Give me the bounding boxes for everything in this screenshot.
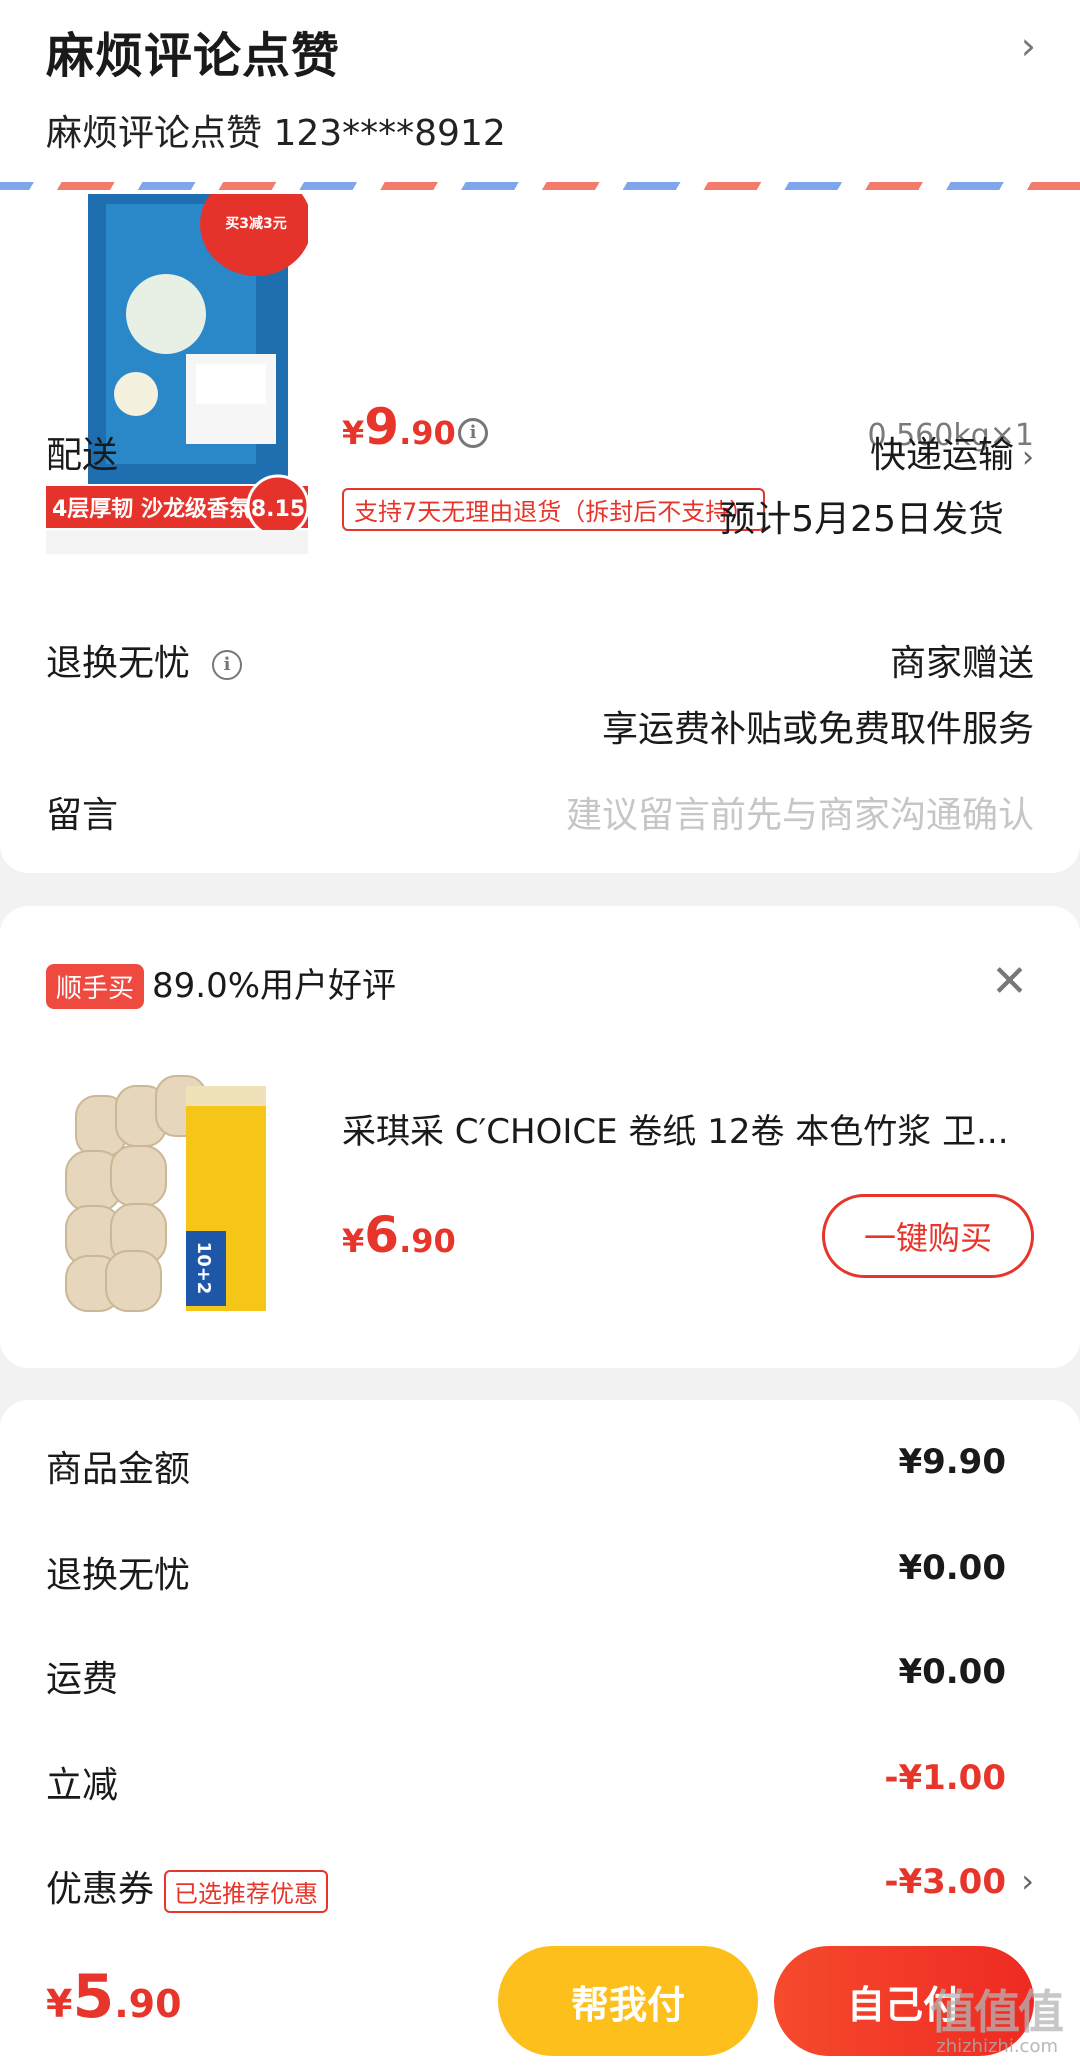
exchange-value: 商家赠送 bbox=[889, 643, 1034, 684]
recommendation-card: 顺手买 89.0%用户好评 ✕ 10+2 采琪采 C′CHOICE 卷纸 12卷… bbox=[0, 906, 1080, 1368]
chevron-right-icon: › bbox=[1020, 24, 1036, 68]
product-image[interactable]: 买3减3元 4层厚韧 沙龙级香氛 8.15 bbox=[46, 194, 308, 554]
recommend-product-image[interactable]: 10+2 bbox=[46, 1056, 316, 1326]
help-pay-button[interactable]: 帮我付 bbox=[498, 1946, 758, 2056]
coupon-row[interactable]: 优惠券 已选推荐优惠 bbox=[46, 1860, 329, 1913]
summary-value: ¥0.00 bbox=[898, 1652, 1006, 1692]
delivery-eta: 预计5月25日发货 bbox=[719, 499, 1004, 540]
order-card: 买3减3元 4层厚韧 沙龙级香氛 8.15 ¥9.90 i 0.560kg×1 … bbox=[0, 170, 1080, 873]
delivery-label: 配送 bbox=[46, 435, 119, 476]
summary-value: -¥1.00 bbox=[884, 1758, 1006, 1798]
summary-label: 运费 bbox=[46, 1659, 119, 1700]
exchange-desc: 享运费补贴或免费取件服务 bbox=[601, 709, 1034, 750]
exchange-label: 退换无忧 i bbox=[46, 634, 243, 686]
delivery-method[interactable]: 快递运输 › bbox=[870, 426, 1034, 478]
message-label: 留言 bbox=[46, 795, 119, 836]
one-click-buy-button[interactable]: 一键购买 bbox=[822, 1194, 1034, 1278]
airmail-border bbox=[0, 182, 1080, 190]
recommend-price: ¥6.90 bbox=[342, 1206, 456, 1264]
coupon-tag: 已选推荐优惠 bbox=[164, 1869, 329, 1913]
image-price-text: 8.15 bbox=[251, 497, 305, 522]
summary-value: ¥9.90 bbox=[898, 1442, 1006, 1482]
product-price: ¥9.90 bbox=[342, 398, 456, 456]
recipient-contact: 麻烦评论点赞 123****8912 bbox=[46, 113, 506, 154]
message-input[interactable]: 建议留言前先与商家沟通确认 bbox=[566, 786, 1034, 838]
close-icon[interactable]: ✕ bbox=[991, 956, 1028, 1007]
info-icon[interactable]: i bbox=[212, 650, 243, 680]
address-header[interactable]: 麻烦评论点赞 麻烦评论点赞 123****8912 › bbox=[0, 0, 1080, 192]
price-info-icon[interactable]: i bbox=[458, 418, 488, 448]
total-price: ¥5.90 bbox=[46, 1962, 182, 2032]
summary-label: 商品金额 bbox=[46, 1449, 191, 1490]
summary-label: 优惠券 bbox=[46, 1869, 155, 1910]
chevron-right-icon: › bbox=[1022, 440, 1034, 475]
recipient-name: 麻烦评论点赞 bbox=[46, 28, 341, 84]
recommend-rating: 89.0%用户好评 bbox=[152, 966, 397, 1006]
summary-value: ¥0.00 bbox=[898, 1548, 1006, 1588]
coupon-value[interactable]: -¥3.00 bbox=[884, 1862, 1006, 1902]
recommend-tag: 顺手买 bbox=[46, 964, 145, 1009]
chevron-right-icon: › bbox=[1021, 1862, 1034, 1900]
return-policy-tag: 支持7天无理由退货（拆封后不支持） bbox=[342, 488, 766, 531]
recommend-image-label: 10+2 bbox=[193, 1242, 214, 1295]
summary-label: 退换无忧 bbox=[46, 1555, 191, 1596]
recommend-title[interactable]: 采琪采 C′CHOICE 卷纸 12卷 本色竹浆 卫... bbox=[342, 1104, 1042, 1153]
watermark: 值值值 bbox=[930, 1985, 1064, 2039]
summary-label: 立减 bbox=[46, 1765, 119, 1806]
watermark-url: zhizhizhi.com bbox=[936, 2036, 1058, 2057]
bottom-pay-bar: ¥5.90 帮我付 自己付 值值值 zhizhizhi.com bbox=[0, 1924, 1080, 2069]
image-badge-text: 4层厚韧 沙龙级香氛 bbox=[52, 496, 251, 522]
image-promo-text: 买3减3元 bbox=[225, 215, 286, 232]
